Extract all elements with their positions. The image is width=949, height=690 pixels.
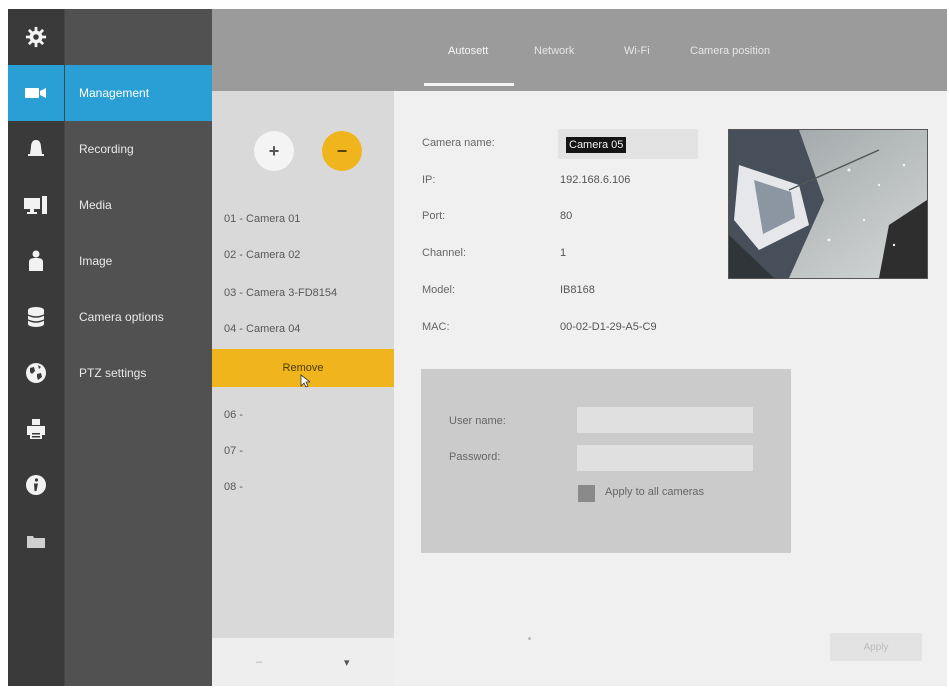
sidebar-item-recording[interactable]: Recording xyxy=(65,121,213,177)
sidebar-item-ptz-settings[interactable]: PTZ settings xyxy=(65,345,213,401)
credentials-panel: User name: Password: Apply to all camera… xyxy=(421,369,791,553)
video-camera-icon[interactable] xyxy=(8,65,64,121)
camera-list-item[interactable]: 01 - Camera 01 xyxy=(224,213,300,225)
folder-icon[interactable] xyxy=(8,513,64,569)
channel-label: Channel: xyxy=(422,247,467,259)
sidebar-item-media[interactable]: Media xyxy=(65,177,213,233)
printer-icon[interactable] xyxy=(8,401,64,457)
sidebar-item-label: Media xyxy=(79,198,112,212)
sidebar-item-management[interactable]: Management xyxy=(65,65,213,121)
camera-list-empty-slot[interactable]: 08 - xyxy=(224,481,243,493)
username-input[interactable] xyxy=(577,407,753,433)
camera-list-item[interactable]: 02 - Camera 02 xyxy=(224,249,300,261)
password-input[interactable] xyxy=(577,445,753,471)
mac-value: 00-02-D1-29-A5-C9 xyxy=(560,321,657,333)
mouse-cursor-icon xyxy=(300,374,310,388)
camera-name-label: Camera name: xyxy=(422,137,495,149)
user-icon[interactable] xyxy=(8,233,64,289)
password-label: Password: xyxy=(449,451,501,463)
apply-button-label: Apply xyxy=(863,641,889,653)
remove-camera-button[interactable]: − xyxy=(322,131,362,171)
top-tab-bar: Autosett Network Wi-Fi Camera position xyxy=(212,9,947,91)
port-value: 80 xyxy=(560,210,573,222)
sidebar-item-label: Camera options xyxy=(79,310,164,324)
alarm-bell-icon[interactable] xyxy=(8,121,64,177)
model-label: Model: xyxy=(422,284,456,296)
tab-camera-position[interactable]: Camera position xyxy=(690,45,770,57)
camera-list-empty-slot[interactable]: 06 - xyxy=(224,409,243,421)
app-frame: Management Recording Media Image Camera … xyxy=(8,9,947,686)
database-icon[interactable] xyxy=(8,289,64,345)
camera-name-value[interactable]: Camera 05 xyxy=(566,137,627,153)
globe-icon[interactable] xyxy=(8,345,64,401)
camera-list-empty-slot[interactable]: 07 - xyxy=(224,445,243,457)
decorative-dot xyxy=(528,637,531,640)
camera-list-footer: – ▾ xyxy=(212,638,394,686)
port-label: Port: xyxy=(422,210,446,222)
info-icon[interactable] xyxy=(8,457,64,513)
camera-list-panel: + − 01 - Camera 01 02 - Camera 02 03 - C… xyxy=(212,91,394,638)
scroll-down-button[interactable]: ▾ xyxy=(344,656,350,669)
tab-network[interactable]: Network xyxy=(534,45,574,57)
icon-rail xyxy=(8,9,64,686)
mac-label: MAC: xyxy=(422,321,450,333)
tab-wifi[interactable]: Wi-Fi xyxy=(624,45,650,57)
channel-value: 1 xyxy=(560,247,567,259)
sidebar-item-image[interactable]: Image xyxy=(65,233,213,289)
remove-action-label: Remove xyxy=(282,362,324,374)
sidebar-item-label: Image xyxy=(79,254,113,268)
apply-to-all-checkbox[interactable] xyxy=(578,485,595,502)
apply-to-all-label: Apply to all cameras xyxy=(605,486,705,498)
apply-button[interactable]: Apply xyxy=(830,633,922,661)
sidebar-item-camera-options[interactable]: Camera options xyxy=(65,289,213,345)
sidebar-item-label: Management xyxy=(79,86,150,100)
camera-list-item[interactable]: 04 - Camera 04 xyxy=(224,323,300,335)
monitor-icon[interactable] xyxy=(8,177,64,233)
add-camera-button[interactable]: + xyxy=(254,131,294,171)
model-value: IB8168 xyxy=(560,284,595,296)
sidebar-item-label: PTZ settings xyxy=(79,366,147,380)
tab-autosett[interactable]: Autosett xyxy=(448,45,488,57)
sidebar-menu: Management Recording Media Image Camera … xyxy=(64,9,213,686)
sidebar-item-label: Recording xyxy=(79,142,134,156)
ip-label: IP: xyxy=(422,174,436,186)
active-tab-indicator xyxy=(424,83,514,86)
username-label: User name: xyxy=(449,415,506,427)
scroll-up-button[interactable]: – xyxy=(256,656,262,668)
camera-list-item[interactable]: 03 - Camera 3-FD8154 xyxy=(224,287,337,299)
gear-icon[interactable] xyxy=(8,9,64,65)
camera-preview-image xyxy=(728,129,928,279)
ip-value: 192.168.6.106 xyxy=(560,174,631,186)
